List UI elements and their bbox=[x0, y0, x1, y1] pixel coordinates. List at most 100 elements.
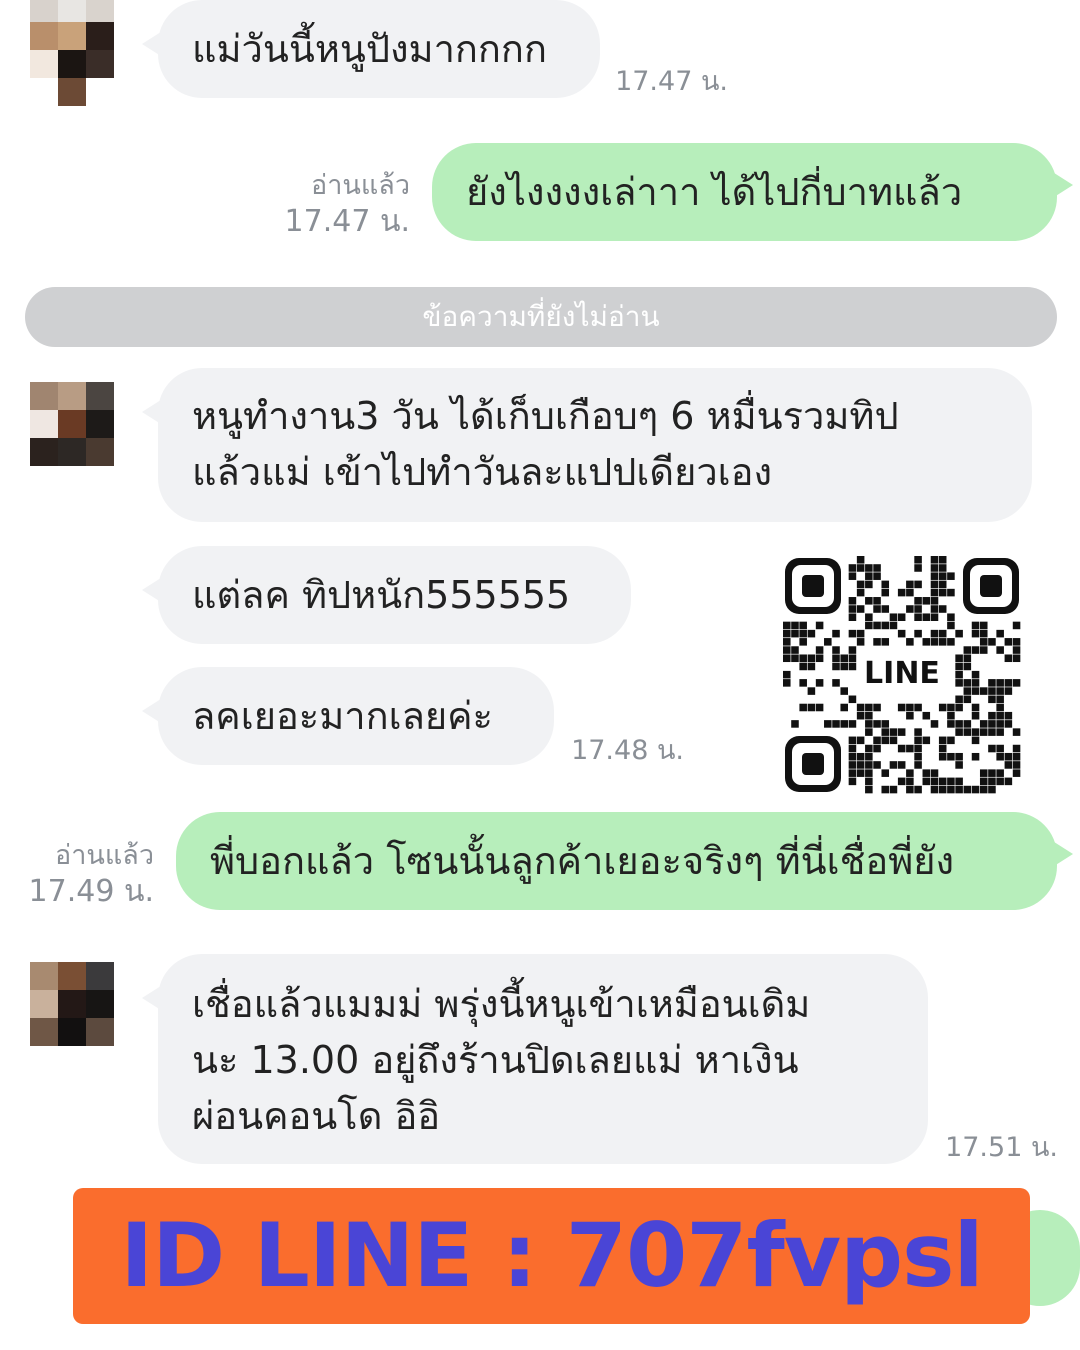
qr-module bbox=[865, 752, 873, 761]
qr-module bbox=[815, 646, 824, 654]
avatar[interactable] bbox=[30, 962, 114, 1046]
qr-module bbox=[979, 777, 988, 786]
qr-module bbox=[930, 777, 939, 786]
qr-module bbox=[938, 638, 947, 646]
qr-module bbox=[906, 588, 914, 597]
qr-module bbox=[914, 613, 922, 621]
qr-finder bbox=[785, 736, 841, 792]
qr-module bbox=[815, 654, 824, 663]
qr-module bbox=[807, 687, 816, 695]
qr-module bbox=[914, 736, 922, 745]
incoming-message[interactable]: แม่วันนี้หนูปังมากกกก bbox=[142, 0, 600, 98]
qr-module bbox=[906, 580, 914, 589]
qr-module bbox=[955, 761, 963, 769]
qr-module bbox=[963, 687, 972, 695]
message-time: 17.47 น. bbox=[600, 64, 728, 100]
qr-module bbox=[955, 777, 963, 786]
qr-module bbox=[938, 703, 947, 712]
qr-module bbox=[865, 711, 873, 720]
qr-module bbox=[963, 662, 972, 671]
qr-module bbox=[881, 728, 890, 736]
qr-module bbox=[996, 679, 1004, 687]
qr-module bbox=[865, 597, 873, 605]
qr-module bbox=[897, 777, 906, 786]
qr-module bbox=[922, 613, 931, 621]
qr-finder bbox=[963, 558, 1019, 614]
qr-module bbox=[848, 629, 857, 638]
qr-module bbox=[988, 679, 996, 687]
qr-module bbox=[856, 580, 865, 589]
qr-module bbox=[955, 654, 963, 663]
read-receipt: อ่านแล้ว 17.49 น. bbox=[14, 838, 154, 910]
qr-module bbox=[783, 670, 791, 679]
qr-module bbox=[988, 711, 996, 720]
qr-module bbox=[799, 654, 807, 663]
qr-module bbox=[856, 638, 865, 646]
qr-module bbox=[930, 588, 939, 597]
message-line: นะ 13.00 อยู่ถึงร้านปิดเลยแม่ หาเงิน bbox=[192, 1038, 799, 1082]
qr-module bbox=[856, 769, 865, 777]
qr-module bbox=[947, 736, 955, 745]
qr-module bbox=[996, 629, 1004, 638]
qr-module bbox=[979, 646, 988, 654]
qr-module bbox=[1004, 711, 1013, 720]
qr-module bbox=[791, 646, 799, 654]
incoming-message[interactable]: ลคเยอะมากเลยค่ะ bbox=[142, 667, 554, 765]
qr-module bbox=[824, 638, 832, 646]
qr-module bbox=[906, 777, 914, 786]
qr-module bbox=[930, 572, 939, 580]
qr-module bbox=[914, 744, 922, 753]
qr-module bbox=[955, 679, 963, 687]
qr-module bbox=[848, 720, 857, 728]
qr-module bbox=[1004, 777, 1013, 786]
qr-module bbox=[1004, 679, 1013, 687]
qr-module bbox=[947, 621, 955, 630]
qr-module bbox=[988, 695, 996, 704]
qr-module bbox=[840, 654, 848, 663]
qr-module bbox=[824, 720, 832, 728]
qr-module bbox=[930, 580, 939, 589]
qr-module bbox=[832, 654, 840, 663]
qr-module bbox=[791, 720, 799, 728]
qr-module bbox=[955, 629, 963, 638]
qr-module bbox=[840, 720, 848, 728]
qr-module bbox=[889, 621, 898, 630]
qr-module bbox=[856, 556, 865, 564]
qr-code[interactable]: LINE bbox=[783, 556, 1021, 794]
qr-module bbox=[906, 744, 914, 753]
qr-module bbox=[930, 605, 939, 613]
qr-module bbox=[1004, 761, 1013, 769]
time-label: 17.47 น. bbox=[615, 66, 728, 97]
qr-module bbox=[938, 629, 947, 638]
qr-module bbox=[889, 728, 898, 736]
qr-module bbox=[865, 580, 873, 589]
read-receipt: อ่านแล้ว 17.47 น. bbox=[270, 168, 410, 240]
qr-module bbox=[938, 785, 947, 794]
qr-module bbox=[865, 621, 873, 630]
outgoing-message[interactable]: ยังไงงงงเล่าาา ได้ไปกี่บาทแล้ว bbox=[432, 143, 1073, 241]
qr-module bbox=[1012, 638, 1021, 646]
qr-module bbox=[783, 654, 791, 663]
qr-module bbox=[955, 752, 963, 761]
qr-module bbox=[938, 580, 947, 589]
qr-module bbox=[938, 572, 947, 580]
outgoing-message[interactable]: พี่บอกแล้ว โซนนั้นลูกค้าเยอะจริงๆ ที่นี่… bbox=[176, 812, 1073, 910]
qr-module bbox=[938, 564, 947, 572]
qr-module bbox=[865, 785, 873, 794]
qr-module bbox=[807, 629, 816, 638]
qr-module bbox=[971, 703, 980, 712]
qr-module bbox=[996, 703, 1004, 712]
qr-module bbox=[938, 777, 947, 786]
avatar[interactable] bbox=[30, 382, 114, 466]
qr-module bbox=[856, 588, 865, 597]
avatar[interactable] bbox=[30, 0, 114, 78]
incoming-message[interactable]: แต่ลค ทิปหนัก555555 bbox=[142, 546, 631, 644]
qr-module bbox=[914, 564, 922, 572]
qr-module bbox=[873, 597, 881, 605]
qr-module bbox=[865, 761, 873, 769]
qr-module bbox=[840, 687, 848, 695]
qr-module bbox=[1012, 761, 1021, 769]
incoming-message[interactable]: เชื่อแล้วแมมม่ พรุ่งนี้หนูเข้าเหมือนเดิม… bbox=[142, 954, 928, 1164]
qr-module bbox=[996, 720, 1004, 728]
incoming-message[interactable]: หนูทำงาน3 วัน ได้เก็บเกือบๆ 6 หมื่นรวมทิ… bbox=[142, 368, 1032, 522]
